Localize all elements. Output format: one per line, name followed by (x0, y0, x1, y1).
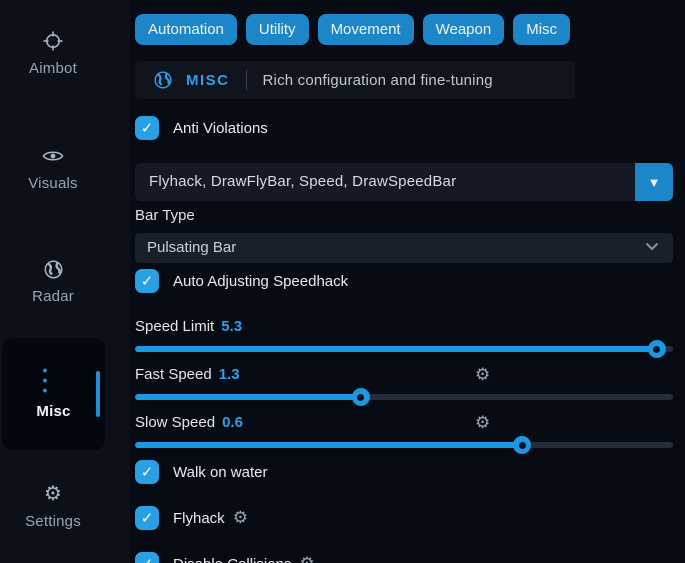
sidebar-item-settings[interactable]: ⚙ Settings (0, 483, 106, 530)
checkbox-auto-adjusting-speedhack[interactable]: ✓ Auto Adjusting Speedhack (135, 269, 673, 293)
gear-icon[interactable]: ⚙ (233, 508, 248, 528)
slider-value: 1.3 (219, 366, 240, 383)
slider-fill (135, 442, 522, 448)
category-tabs: Automation Utility Movement Weapon Misc (135, 14, 673, 45)
checkbox-checked-icon: ✓ (135, 506, 159, 530)
checkbox-walk-on-water[interactable]: ✓ Walk on water (135, 460, 673, 484)
multiselect-dropdown-button[interactable]: ▼ (635, 163, 673, 201)
checkbox-flyhack[interactable]: ✓ Flyhack ⚙ (135, 506, 673, 530)
checkbox-checked-icon: ✓ (135, 460, 159, 484)
slider-fill (135, 394, 361, 400)
sidebar-item-aimbot[interactable]: Aimbot (0, 30, 106, 77)
sidebar-item-radar[interactable]: Radar (0, 258, 106, 305)
slider-handle[interactable] (513, 436, 531, 454)
slow-speed-slider[interactable] (135, 436, 673, 454)
checkbox-checked-icon: ✓ (135, 552, 159, 563)
checkbox-label: Flyhack ⚙ (173, 508, 248, 528)
tab-misc[interactable]: Misc (513, 14, 570, 45)
bar-type-value: Pulsating Bar (135, 233, 673, 263)
slider-label: Speed Limit (135, 318, 214, 335)
chevron-down-icon (645, 242, 659, 251)
section-subtitle: Rich configuration and fine-tuning (263, 72, 493, 89)
tab-weapon[interactable]: Weapon (423, 14, 505, 45)
checkbox-label: Anti Violations (173, 120, 268, 137)
checkbox-label: Disable Collisions ⚙ (173, 554, 315, 563)
tab-automation[interactable]: Automation (135, 14, 237, 45)
checkbox-checked-icon: ✓ (135, 269, 159, 293)
eye-icon (42, 145, 64, 167)
gear-icon[interactable]: ⚙ (475, 365, 490, 385)
fast-speed-slider[interactable] (135, 388, 673, 406)
slider-handle[interactable] (648, 340, 666, 358)
sidebar-item-misc[interactable]: • • • Misc (2, 338, 105, 450)
bar-flags-multiselect[interactable]: Flyhack, DrawFlyBar, Speed, DrawSpeedBar… (135, 163, 673, 201)
checkbox-label: Auto Adjusting Speedhack (173, 273, 348, 290)
tab-utility[interactable]: Utility (246, 14, 309, 45)
checkbox-anti-violations[interactable]: ✓ Anti Violations (135, 116, 673, 140)
section-title: MISC (186, 72, 230, 89)
slider-handle[interactable] (352, 388, 370, 406)
bar-type-select[interactable]: Pulsating Bar (135, 233, 673, 263)
gear-icon[interactable]: ⚙ (299, 554, 314, 563)
slider-value: 5.3 (221, 318, 242, 335)
checkbox-disable-collisions[interactable]: ✓ Disable Collisions ⚙ (135, 552, 673, 563)
sidebar: Aimbot Visuals Radar • • • Misc ⚙ (0, 0, 130, 563)
slow-speed-row: Slow Speed 0.6 ⚙ (135, 413, 673, 431)
slider-label: Fast Speed (135, 366, 212, 383)
ellipsis-icon: • • • (43, 369, 65, 391)
gear-icon[interactable]: ⚙ (475, 413, 490, 433)
bar-flags-value: Flyhack, DrawFlyBar, Speed, DrawSpeedBar (135, 163, 673, 201)
speed-limit-slider[interactable] (135, 340, 673, 358)
fast-speed-row: Fast Speed 1.3 ⚙ (135, 365, 673, 383)
main-content: Automation Utility Movement Weapon Misc … (135, 0, 673, 563)
divider (246, 70, 247, 90)
sidebar-item-label: Radar (32, 288, 74, 305)
slider-label: Slow Speed (135, 414, 215, 431)
slider-fill (135, 346, 657, 352)
globe-icon (42, 258, 64, 280)
sidebar-item-visuals[interactable]: Visuals (0, 145, 106, 192)
sidebar-item-label: Misc (36, 403, 70, 420)
tab-movement[interactable]: Movement (318, 14, 414, 45)
sidebar-item-label: Aimbot (29, 60, 77, 77)
checkbox-label: Walk on water (173, 464, 267, 481)
bar-type-label: Bar Type (135, 207, 673, 225)
sidebar-item-label: Settings (25, 513, 81, 530)
checkbox-checked-icon: ✓ (135, 116, 159, 140)
gear-icon: ⚙ (42, 483, 64, 505)
dropdown-triangle-icon: ▼ (648, 175, 661, 190)
active-indicator-bar (96, 371, 100, 417)
section-header: MISC Rich configuration and fine-tuning (135, 61, 575, 99)
speed-limit-row: Speed Limit 5.3 (135, 317, 673, 335)
crosshair-icon (42, 30, 64, 52)
slider-value: 0.6 (222, 414, 243, 431)
sidebar-item-label: Visuals (28, 175, 77, 192)
globe-icon (153, 70, 173, 90)
